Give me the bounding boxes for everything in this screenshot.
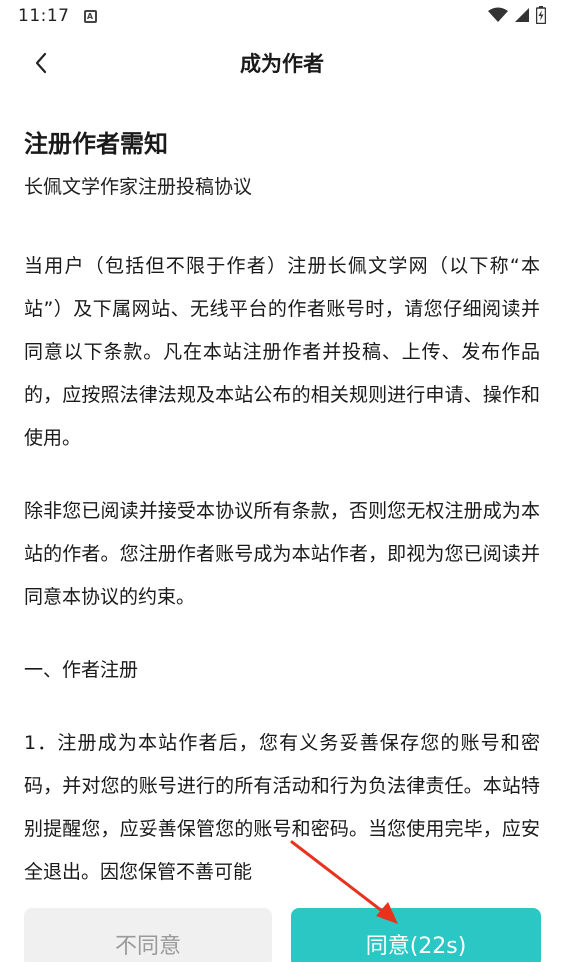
wifi-icon: [488, 7, 508, 22]
paragraph: 当用户（包括但不限于作者）注册长佩文学网（以下称“本站”）及下属网站、无线平台的…: [24, 255, 540, 449]
agreement-content: 注册作者需知 长佩文学作家注册投稿协议 当用户（包括但不限于作者）注册长佩文学网…: [24, 126, 540, 894]
battery-icon: [536, 6, 546, 24]
doc-heading: 注册作者需知: [24, 130, 168, 158]
title-bar: 成为作者: [0, 34, 564, 90]
disagree-button[interactable]: 不同意: [24, 908, 272, 962]
screen: 11:17 A 成为作者 注册作者需知 长佩文学作家注册投稿协议 当用户（包括但…: [0, 0, 564, 962]
paragraph: 除非您已阅读并接受本协议所有条款，否则您无权注册成为本站的作者。您注册作者账号成…: [24, 500, 540, 608]
agree-button[interactable]: 同意(22s): [291, 908, 541, 962]
page-title: 成为作者: [240, 52, 324, 76]
paragraph: 1．注册成为本站作者后，您有义务妥善保存您的账号和密码，并对您的账号进行的所有活…: [24, 732, 540, 883]
doc-subtitle: 长佩文学作家注册投稿协议: [24, 176, 253, 198]
status-time: 11:17: [18, 6, 70, 26]
status-icons: [488, 6, 546, 24]
notification-icon: A: [83, 9, 97, 23]
signal-icon: [515, 8, 529, 22]
section-heading: 一、作者注册: [24, 659, 139, 681]
status-bar: 11:17 A: [0, 0, 564, 32]
